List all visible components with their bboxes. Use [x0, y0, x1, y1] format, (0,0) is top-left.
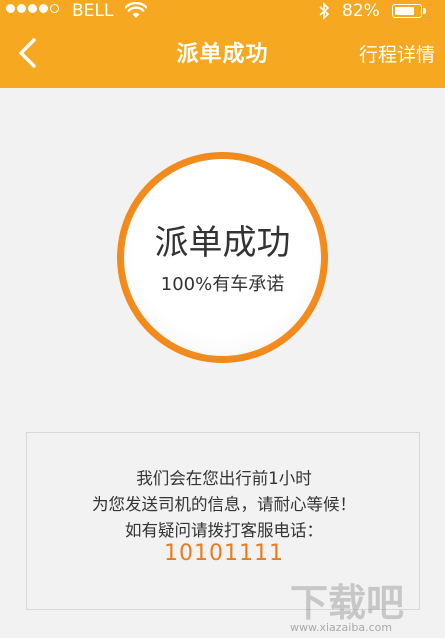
nav-bar: 派单成功 行程详情 [0, 22, 445, 88]
battery-percent: 82% [342, 1, 380, 21]
watermark: 下载吧 www.xiazaiba.com [290, 572, 440, 634]
status-title: 派单成功 [154, 223, 291, 263]
customer-service-phone-link[interactable]: 10101111 [27, 541, 421, 566]
watermark-logo: 下载吧 [290, 581, 405, 625]
watermark-url: www.xiazaiba.com [290, 621, 393, 634]
status-bar: BELL 82% [0, 0, 445, 22]
top-bar: BELL 82% 派单成功 行程详情 [0, 0, 445, 88]
battery-tip [423, 8, 426, 14]
battery-icon [392, 4, 422, 18]
info-line-1: 我们会在您出行前1小时 [136, 469, 312, 488]
signal-strength-icon [6, 4, 59, 13]
status-subtitle: 100%有车承诺 [160, 274, 285, 295]
battery-level [395, 7, 414, 15]
bluetooth-icon [318, 2, 330, 24]
info-line-2: 为您发送司机的信息，请耐心等候！ [92, 495, 356, 514]
carrier-name: BELL [72, 1, 114, 21]
wifi-icon [124, 1, 148, 24]
trip-details-button[interactable]: 行程详情 [359, 40, 435, 67]
info-line-3: 如有疑问请拨打客服电话： [125, 521, 323, 540]
